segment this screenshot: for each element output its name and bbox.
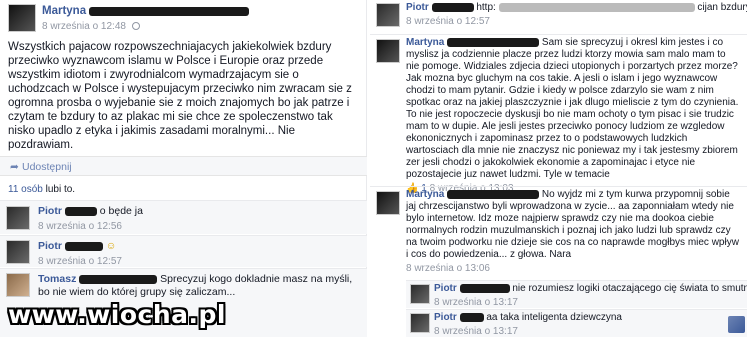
commenter-avatar[interactable] — [410, 284, 430, 304]
commenter-avatar[interactable] — [376, 191, 400, 215]
left-post-panel: Martyna 8 września o 12:48 Wszystkich pa… — [0, 0, 367, 337]
reply-timestamp[interactable]: 8 września o 13:17 — [434, 326, 742, 337]
reply-text: nie rozumiesz logiki otaczającego cię św… — [512, 283, 747, 294]
author-avatar[interactable] — [8, 4, 36, 32]
reply-item: Piotr aa taka inteligenta dziewczyna 8 w… — [406, 309, 747, 337]
comment-timestamp[interactable]: 8 września o 13:06 — [406, 263, 741, 275]
likes-summary: 11 osób lubi to. — [0, 182, 367, 196]
comment-author[interactable]: Martyna — [406, 37, 444, 48]
post-timestamp[interactable]: 8 września o 12:48 — [42, 21, 126, 32]
comment-timestamp[interactable]: 8 września o 12:56 — [38, 220, 358, 233]
share-icon: ➦ — [10, 161, 19, 173]
comment-text: No wyjdz mi z tym kurwa przypomnij sobie… — [406, 189, 739, 260]
redacted-surname — [431, 2, 474, 12]
comment-text: Sam sie sprecyzuj i okresl kim jestes i … — [406, 37, 739, 180]
right-comments-panel: Piotr http: cijan bzdury 8 września o 12… — [370, 0, 747, 337]
reply-author[interactable]: Piotr — [434, 283, 457, 294]
comment-timestamp[interactable]: 8 września o 12:57 — [38, 255, 358, 268]
redacted-surname — [64, 206, 97, 216]
redacted-surname — [459, 312, 484, 322]
comment-timestamp[interactable]: 8 września o 12:57 — [406, 16, 741, 28]
comment-author[interactable]: Piotr — [406, 2, 429, 13]
commenter-avatar[interactable] — [410, 313, 430, 333]
redacted-surname — [89, 6, 250, 16]
reply-timestamp[interactable]: 8 września o 13:17 — [434, 297, 742, 309]
reply-item: Piotr nie rozumiesz logiki otaczającego … — [406, 280, 747, 308]
comment-item: Piotr http: cijan bzdury 8 września o 12… — [370, 0, 747, 32]
site-watermark: www.wiocha.pl — [8, 300, 226, 329]
shared-link-start[interactable]: http: — [476, 2, 495, 13]
commenter-avatar[interactable] — [376, 3, 400, 27]
redacted-surname — [79, 274, 158, 284]
comment-author[interactable]: Martyna — [406, 189, 444, 200]
commenter-avatar[interactable] — [376, 39, 400, 63]
redacted-surname — [447, 37, 540, 47]
post-actions-bar: ➦ Udostępnij — [0, 156, 367, 176]
share-button[interactable]: ➦ Udostępnij — [10, 161, 72, 173]
redacted-surname — [447, 189, 540, 199]
reply-author[interactable]: Piotr — [434, 312, 457, 323]
commenter-avatar[interactable] — [6, 206, 30, 230]
likes-suffix: lubi to. — [45, 184, 76, 195]
audience-icon[interactable] — [132, 22, 141, 31]
comment-text: o będe ja — [99, 205, 143, 217]
corner-logo-icon — [728, 316, 745, 333]
comment-item: Martyna Sam sie sprecyzuj i okresl kim j… — [370, 34, 747, 194]
comment-author[interactable]: Piotr — [38, 240, 62, 252]
reply-text: aa taka inteligenta dziewczyna — [486, 312, 622, 323]
comment-item: Martyna No wyjdz mi z tym kurwa przypomn… — [370, 186, 747, 278]
post-body: Wszystkich pajacow rozpowszechniajacych … — [8, 41, 352, 151]
commenter-avatar[interactable] — [6, 273, 30, 297]
shared-link-end[interactable]: cijan bzdury — [697, 2, 747, 13]
redacted-surname — [459, 283, 510, 293]
redacted-surname — [64, 241, 103, 251]
comment-author[interactable]: Piotr — [38, 205, 62, 217]
comment-author[interactable]: Tomasz — [38, 273, 76, 285]
redacted-url — [498, 2, 695, 12]
comment-item: Piotr o będe ja 8 września o 12:56 — [0, 200, 367, 234]
comment-item: Piotr ☺ 8 września o 12:57 — [0, 235, 367, 267]
post-author-name[interactable]: Martyna — [42, 5, 86, 17]
commenter-avatar[interactable] — [6, 240, 30, 264]
smile-emoji-icon: ☺ — [105, 240, 117, 252]
likes-count-link[interactable]: 11 osób — [8, 184, 43, 195]
